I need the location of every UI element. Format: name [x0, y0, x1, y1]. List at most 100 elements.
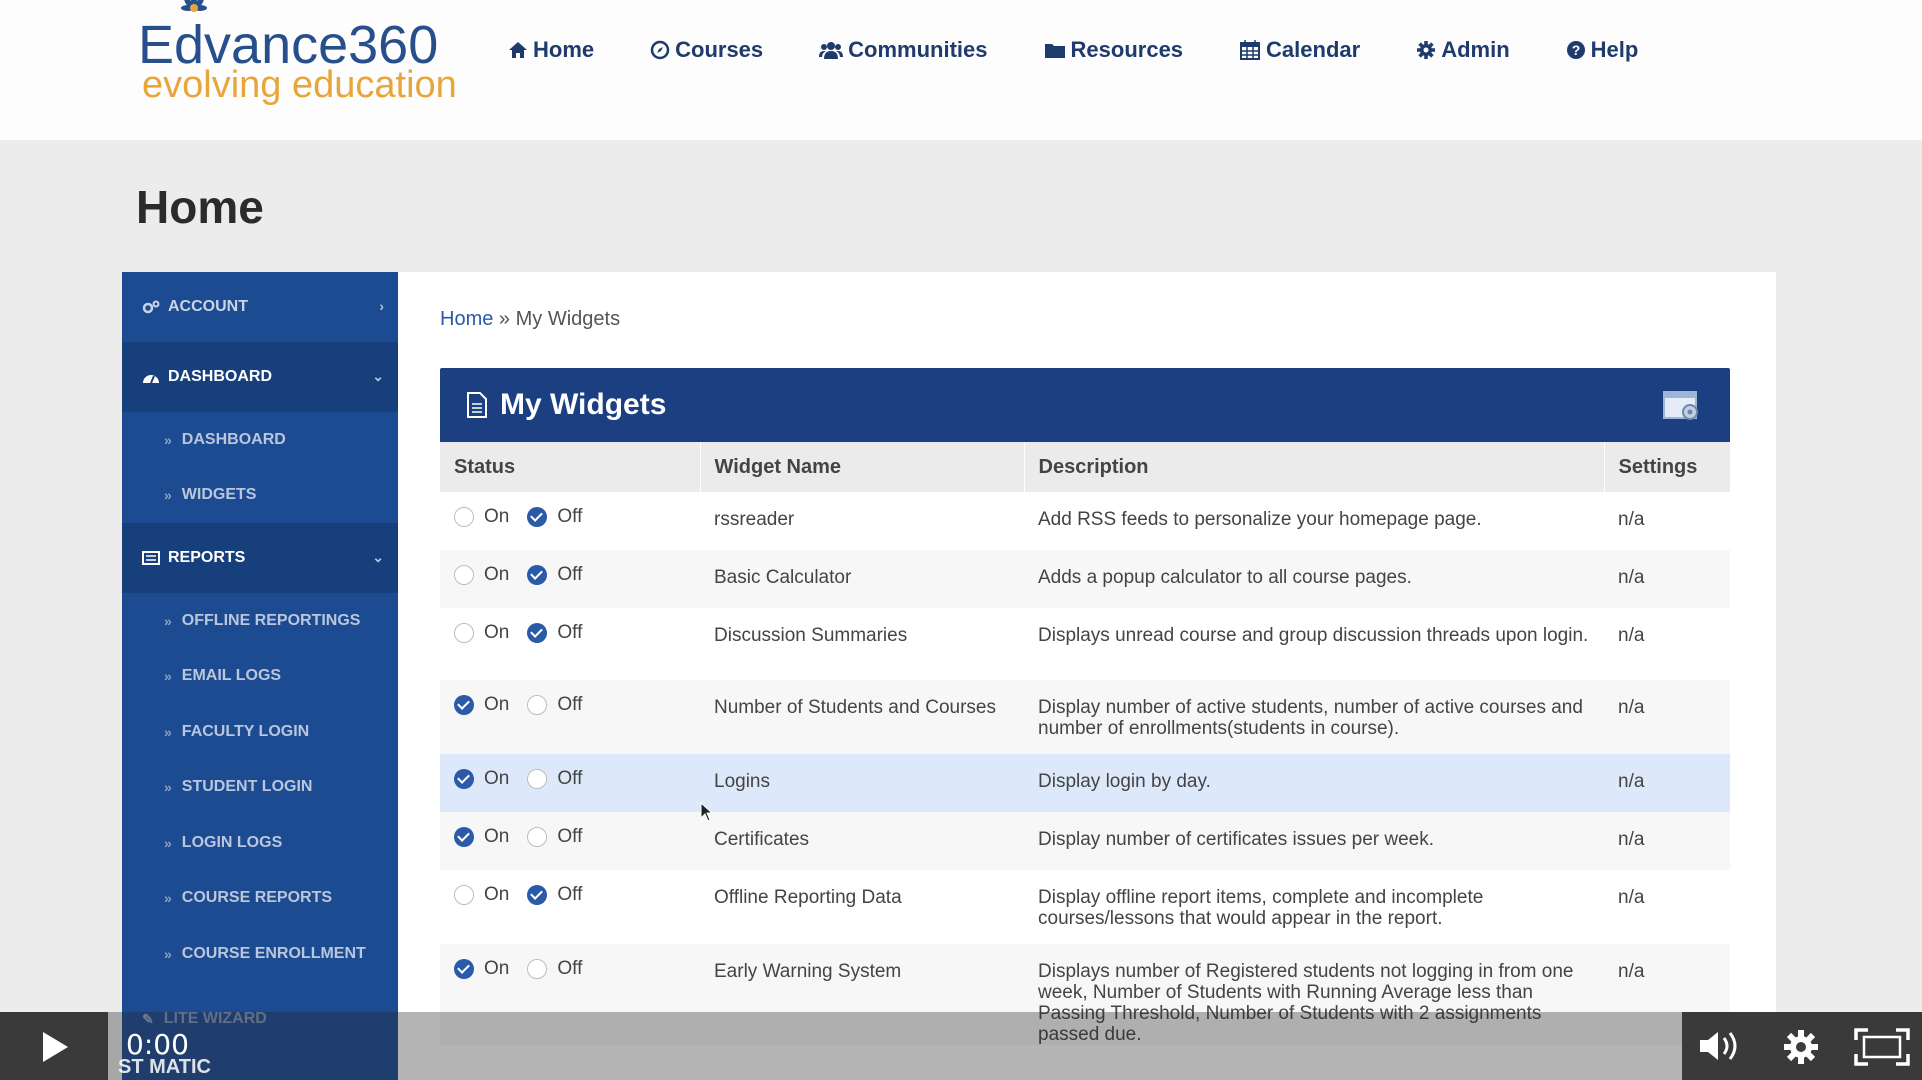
help-icon: ?: [1566, 41, 1585, 59]
off-radio[interactable]: [527, 623, 548, 643]
nav-resources[interactable]: Resources: [1044, 37, 1184, 63]
sidebar-subitem-faculty-login[interactable]: » FACULTY LOGIN: [122, 704, 398, 760]
nav-label: Home: [533, 37, 595, 62]
nav-label: Resources: [1070, 37, 1184, 62]
breadcrumb-home-link[interactable]: Home: [440, 308, 493, 330]
sidebar-subitem-course-enrollment[interactable]: » COURSE ENROLLMENT: [122, 926, 398, 982]
dashboard-icon: [142, 370, 160, 384]
table-row[interactable]: On Off Offline Reporting Data Display offli…: [440, 870, 1730, 944]
widgets-table: Status Widget Name Description Settings …: [440, 442, 1730, 1045]
document-icon: [467, 392, 487, 418]
column-header-widget-name: Widget Name: [700, 442, 1025, 492]
settings-cell: n/a: [1618, 829, 1645, 850]
reports-icon: [142, 551, 160, 565]
nav-home[interactable]: Home: [508, 37, 594, 63]
video-time: 0:00: [126, 1028, 189, 1061]
off-radio[interactable]: [527, 885, 548, 905]
description-cell: Display number of certificates issues pe…: [1038, 829, 1434, 850]
description-cell: Display login by day.: [1038, 771, 1211, 792]
off-radio[interactable]: [527, 959, 548, 979]
double-chevron-icon: »: [164, 945, 172, 962]
sidebar-item-reports[interactable]: REPORTS ⌄: [122, 523, 398, 593]
on-radio[interactable]: [454, 507, 474, 527]
off-radio[interactable]: [527, 769, 548, 789]
logo[interactable]: Edvance360 evolving education: [138, 0, 457, 120]
settings-cell: n/a: [1618, 509, 1645, 530]
on-label: On: [484, 826, 510, 847]
sidebar-sublabel: COURSE REPORTS: [181, 889, 333, 907]
description-cell: Display number of active students, numbe…: [1038, 697, 1583, 739]
table-row[interactable]: On Off Certificates Display number of certi…: [440, 812, 1730, 870]
on-radio[interactable]: [454, 959, 474, 979]
double-chevron-icon: »: [164, 487, 172, 504]
nav-courses[interactable]: Courses: [650, 37, 763, 63]
chevron-down-icon: ⌄: [372, 368, 384, 384]
settings-cell: n/a: [1618, 771, 1645, 792]
on-label: On: [484, 958, 510, 979]
on-radio[interactable]: [454, 827, 474, 847]
play-button[interactable]: [0, 1012, 108, 1080]
off-radio[interactable]: [527, 695, 548, 715]
nav-admin[interactable]: Admin: [1416, 37, 1510, 63]
fullscreen-icon[interactable]: [1854, 1028, 1910, 1071]
sidebar-subitem-dashboard[interactable]: » DASHBOARD: [122, 412, 398, 468]
volume-icon[interactable]: [1698, 1028, 1744, 1069]
settings-cell: n/a: [1618, 887, 1645, 908]
mouse-cursor-icon: [700, 802, 714, 822]
on-radio[interactable]: [454, 769, 474, 789]
nav-help[interactable]: ? Help: [1566, 37, 1638, 63]
column-header-settings: Settings: [1604, 442, 1730, 492]
content-panel: Home » My Widgets My Widgets Status Widg…: [398, 272, 1776, 1080]
on-radio[interactable]: [454, 695, 474, 715]
widgets-table-body: On Off rssreader Add RSS feeds to personali…: [440, 492, 1730, 1045]
widget-settings-icon[interactable]: [1662, 388, 1702, 427]
table-row[interactable]: On Off rssreader Add RSS feeds to personali…: [440, 492, 1730, 550]
status-cell: On Off: [440, 812, 700, 870]
logo-tagline: evolving education: [142, 64, 457, 106]
sidebar-subitem-student-login[interactable]: » STUDENT LOGIN: [122, 760, 398, 816]
sidebar-subitem-widgets[interactable]: » WIDGETS: [122, 468, 398, 524]
sidebar-subitem-course-reports[interactable]: » COURSE REPORTS: [122, 871, 398, 927]
breadcrumb: Home » My Widgets: [440, 308, 620, 331]
table-row[interactable]: On Off Basic Calculator Adds a popup calcul…: [440, 550, 1730, 608]
widget-name-cell: rssreader: [714, 509, 795, 530]
sidebar-subitem-login-logs[interactable]: » LOGIN LOGS: [122, 815, 398, 871]
settings-cell: n/a: [1618, 625, 1645, 646]
settings-gear-icon[interactable]: [1782, 1028, 1820, 1071]
home-icon: [509, 42, 527, 58]
nav-communities[interactable]: Communities: [819, 37, 988, 63]
off-radio[interactable]: [527, 507, 548, 527]
video-controls-right: [1682, 1012, 1922, 1080]
double-chevron-icon: »: [164, 723, 172, 740]
table-row[interactable]: On Off Discussion Summaries Displays unread…: [440, 608, 1730, 680]
table-row[interactable]: On Off Number of Students and Courses Displ…: [440, 680, 1730, 754]
sidebar-subitem-email-logs[interactable]: » EMAIL LOGS: [122, 649, 398, 705]
breadcrumb-current: My Widgets: [515, 308, 621, 330]
sidebar-item-account[interactable]: ACCOUNT ›: [122, 272, 398, 342]
widget-name-cell: Discussion Summaries: [714, 625, 908, 646]
on-label: On: [484, 564, 510, 585]
off-radio[interactable]: [527, 565, 548, 585]
status-cell: On Off: [440, 550, 700, 608]
svg-text:?: ?: [1571, 42, 1580, 58]
on-radio[interactable]: [454, 623, 474, 643]
sidebar-subitem-offline-reportings[interactable]: » OFFLINE REPORTINGS: [122, 593, 398, 649]
sidebar-label: ACCOUNT: [168, 298, 248, 315]
top-header: Edvance360 evolving education Home Cours…: [0, 0, 1922, 140]
off-label: Off: [557, 694, 583, 715]
on-radio[interactable]: [454, 885, 474, 905]
off-radio[interactable]: [527, 827, 548, 847]
off-label: Off: [557, 506, 583, 527]
sidebar-item-dashboard[interactable]: DASHBOARD ⌄: [122, 342, 398, 412]
nav-calendar[interactable]: Calendar: [1239, 37, 1360, 63]
breadcrumb-separator: »: [498, 308, 511, 330]
on-radio[interactable]: [454, 565, 474, 585]
sidebar-sublabel: WIDGETS: [181, 486, 257, 504]
users-icon: [819, 42, 844, 59]
table-row[interactable]: On Off Logins Display login by day. n/a: [440, 754, 1730, 812]
on-label: On: [484, 622, 510, 643]
sidebar-sublabel: OFFLINE REPORTINGS: [181, 611, 361, 629]
compass-icon: [650, 40, 670, 60]
sidebar-label: REPORTS: [168, 549, 246, 566]
on-label: On: [484, 884, 510, 905]
